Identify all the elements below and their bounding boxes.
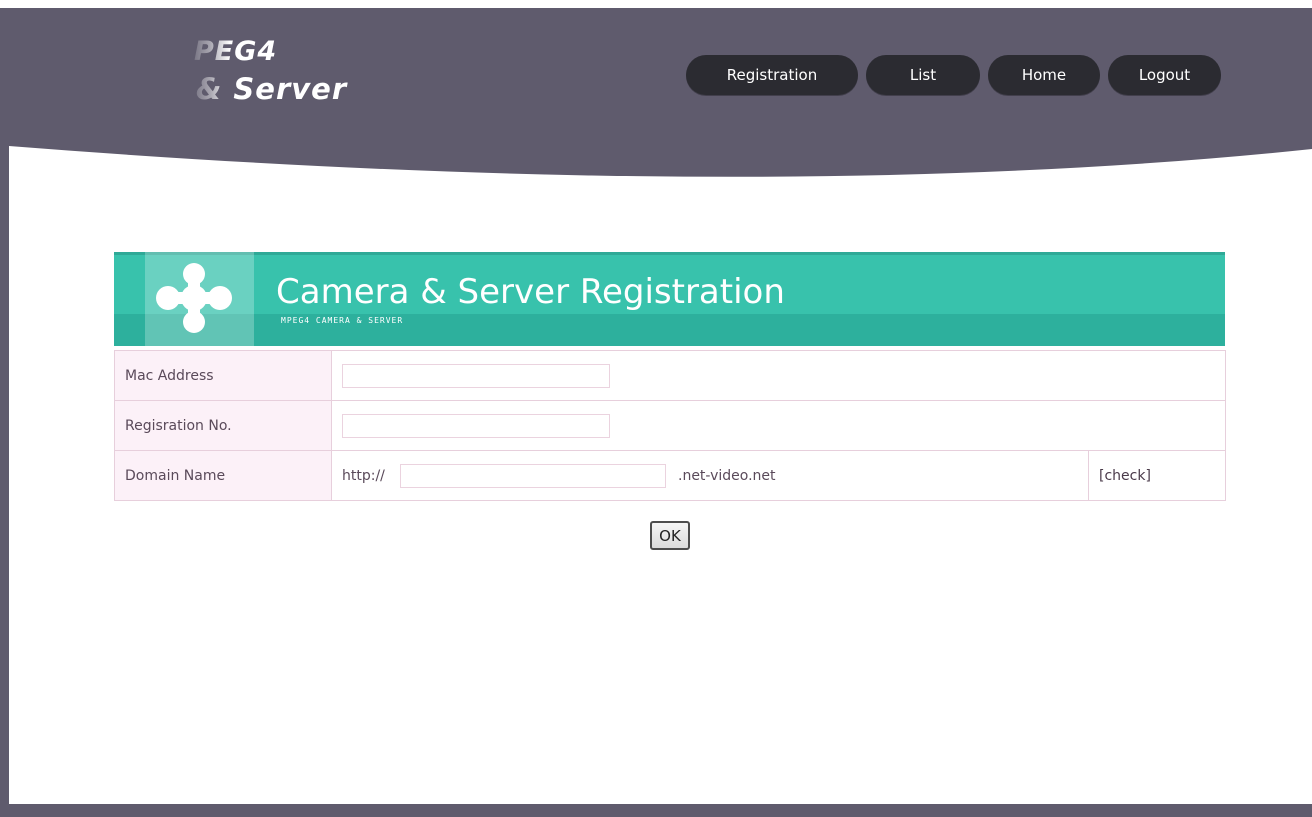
registration-banner: Camera & Server Registration MPEG4 CAMER… (114, 252, 1225, 346)
mac-address-label: Mac Address (114, 350, 332, 401)
mac-address-input[interactable] (342, 363, 610, 388)
banner-subtitle: MPEG4 CAMERA & SERVER (281, 316, 404, 325)
nav-registration-button[interactable]: Registration (686, 55, 858, 95)
check-link[interactable]: [check] (1088, 450, 1226, 501)
ok-button[interactable]: OK (650, 521, 690, 550)
domain-suffix: .net-video.net (678, 467, 776, 484)
registration-no-input[interactable] (342, 413, 610, 438)
mac-address-cell (331, 350, 1226, 401)
left-frame-bar (0, 8, 9, 817)
domain-prefix: http:// (342, 467, 385, 484)
domain-name-cell: http:// .net-video.net (331, 450, 1089, 501)
nav-home-button[interactable]: Home (988, 55, 1100, 95)
registration-no-cell (331, 400, 1226, 451)
nav-logout-button[interactable]: Logout (1108, 55, 1221, 95)
registration-no-label: Regisration No. (114, 400, 332, 451)
top-strip (0, 0, 1312, 8)
logo: PEG4 & Server (0, 36, 430, 126)
domain-name-label: Domain Name (114, 450, 332, 501)
bottom-frame-bar (9, 804, 1312, 817)
banner-top-line (114, 252, 1225, 255)
banner-title: Camera & Server Registration (276, 272, 785, 312)
registration-no-row: Regisration No. (114, 400, 1226, 451)
clover-cross-icon (156, 263, 232, 333)
mac-address-row: Mac Address (114, 350, 1226, 401)
domain-name-row: Domain Name http:// .net-video.net [check… (114, 450, 1226, 501)
logo-fade (185, 36, 230, 116)
domain-name-input[interactable] (400, 463, 666, 488)
registration-form-table: Mac Address Regisration No. Domain Name … (114, 350, 1226, 501)
nav-list-button[interactable]: List (866, 55, 980, 95)
